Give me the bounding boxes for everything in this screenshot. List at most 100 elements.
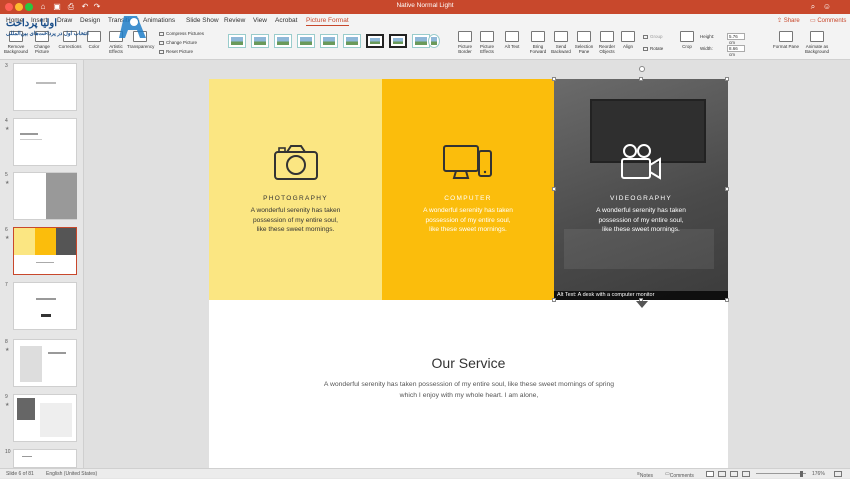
- picture-style-2[interactable]: [251, 34, 269, 48]
- photography-panel[interactable]: PHOTOGRAPHY A wonderful serenity has tak…: [209, 79, 382, 300]
- change-picture-menu[interactable]: Change Picture: [159, 40, 197, 45]
- watermark-logo: اوليا پرداخت انتخاب اول در پرداخت‌های بی…: [4, 14, 154, 40]
- search-icon[interactable]: ⌕: [808, 2, 818, 12]
- tab-acrobat[interactable]: Acrobat: [275, 17, 297, 24]
- animate-background-button[interactable]: Animate as Background: [800, 30, 834, 58]
- change-picture-small-label: Change Picture: [166, 40, 198, 45]
- computer-panel[interactable]: COMPUTER A wonderful serenity has taken …: [382, 79, 554, 300]
- slide-thumbnail-10[interactable]: [13, 449, 77, 468]
- language-indicator[interactable]: English (United States): [46, 471, 97, 477]
- picture-style-7[interactable]: [366, 34, 384, 48]
- compress-pictures-button[interactable]: Compress Pictures: [159, 31, 204, 36]
- videography-description: A wonderful serenity has taken possessio…: [596, 207, 686, 233]
- comments-status-button[interactable]: ▭ Comments: [665, 471, 694, 479]
- bring-forward-icon: [531, 31, 545, 42]
- resize-handle-tr[interactable]: [725, 77, 729, 81]
- alt-text-button[interactable]: Alt Text: [499, 30, 525, 58]
- zoom-slider[interactable]: [756, 473, 806, 474]
- resize-handle-l[interactable]: [552, 187, 556, 191]
- thumb-button: [41, 314, 51, 317]
- service-description: A wonderful serenity has taken possessio…: [323, 381, 615, 399]
- svg-text:اوليا پرداخت: اوليا پرداخت: [6, 18, 57, 29]
- rotate-icon: [643, 47, 648, 51]
- resize-handle-r[interactable]: [725, 187, 729, 191]
- reset-picture-label: Reset Picture: [166, 49, 194, 54]
- picture-style-10[interactable]: [428, 34, 440, 48]
- thumb-image: [46, 173, 77, 219]
- share-button[interactable]: ⇪ Share: [777, 17, 800, 24]
- videography-panel[interactable]: VIDEOGRAPHY A wonderful serenity has tak…: [554, 79, 728, 300]
- resize-handle-t[interactable]: [639, 77, 643, 81]
- slide-thumbnail-5[interactable]: [13, 172, 77, 220]
- thumb-text-line: [20, 133, 38, 135]
- slide-thumbnail-6[interactable]: [13, 227, 77, 275]
- slide-thumbnail-9[interactable]: [13, 394, 77, 442]
- reset-picture-icon: [159, 50, 164, 54]
- compress-label: Compress Pictures: [166, 31, 205, 36]
- watermark-tagline: انتخاب اول در پرداخت‌های بین‌المللی: [6, 31, 89, 37]
- thumb-panel: [14, 228, 35, 255]
- slideshow-view-button[interactable]: [742, 471, 750, 477]
- group-icon: [643, 35, 648, 39]
- reorder-objects-label: Reorder Objects: [598, 44, 616, 54]
- animate-background-label: Animate as Background: [804, 44, 830, 54]
- change-picture-small-icon: [159, 41, 164, 45]
- status-bar: Slide 6 of 81 English (United States) ≡ …: [0, 468, 850, 479]
- slide-thumbnail-3[interactable]: [13, 63, 77, 111]
- notes-button[interactable]: ≡ Notes: [637, 471, 653, 479]
- width-field[interactable]: 8.66 cm: [727, 45, 745, 57]
- picture-style-6[interactable]: [343, 34, 361, 48]
- fit-to-window-button[interactable]: [834, 471, 842, 477]
- picture-style-1[interactable]: [228, 34, 246, 48]
- slide-number: 9: [5, 394, 8, 400]
- thumb-text-line: [22, 456, 32, 457]
- height-field[interactable]: 5.76 cm: [727, 33, 745, 45]
- tab-review[interactable]: Review: [224, 17, 245, 24]
- change-picture-label: Change Picture: [34, 44, 50, 54]
- slide-sorter-button[interactable]: [718, 471, 726, 477]
- picture-effects-button[interactable]: Picture Effects: [474, 30, 500, 58]
- corrections-label: Corrections: [58, 44, 82, 49]
- reset-picture-button[interactable]: Reset Picture: [159, 49, 193, 54]
- picture-style-8[interactable]: [389, 34, 407, 48]
- crop-button[interactable]: Crop: [674, 30, 700, 58]
- send-backward-label: Send Backward: [551, 44, 571, 54]
- comments-button[interactable]: ▭ Comments: [810, 17, 846, 24]
- reading-view-button[interactable]: [730, 471, 738, 477]
- slide-number: 10: [5, 449, 11, 455]
- smiley-icon[interactable]: ☺: [822, 2, 832, 12]
- tab-view[interactable]: View: [253, 17, 267, 24]
- tab-slide-show[interactable]: Slide Show: [186, 17, 219, 24]
- thumb-panel: [35, 228, 56, 255]
- slide-thumbnail-7[interactable]: [13, 282, 77, 330]
- reorder-objects-icon: [600, 31, 614, 42]
- slide-thumbnail-4[interactable]: [13, 118, 77, 166]
- picture-style-5[interactable]: [320, 34, 338, 48]
- rotate-button[interactable]: Rotate: [643, 46, 663, 51]
- slide-number: 4: [5, 118, 8, 124]
- group-button[interactable]: Group: [643, 34, 663, 39]
- resize-handle-bl[interactable]: [552, 298, 556, 302]
- rotate-handle[interactable]: [639, 66, 645, 72]
- picture-style-4[interactable]: [297, 34, 315, 48]
- artistic-effects-label: Artistic Effects: [109, 44, 123, 54]
- tab-picture-format[interactable]: Picture Format: [306, 17, 349, 26]
- normal-view-button[interactable]: [706, 471, 714, 477]
- computer-description: A wonderful serenity has taken possessio…: [423, 207, 513, 233]
- resize-handle-br[interactable]: [725, 298, 729, 302]
- thumb-text-line: [36, 262, 54, 263]
- slide-thumbnail-8[interactable]: [13, 339, 77, 387]
- resize-handle-tl[interactable]: [552, 77, 556, 81]
- align-button[interactable]: Align: [615, 30, 641, 58]
- selection-pane-icon: [577, 31, 591, 42]
- picture-style-3[interactable]: [274, 34, 292, 48]
- zoom-slider-thumb[interactable]: [800, 471, 803, 477]
- alt-text-label: Alt Text: [504, 44, 520, 49]
- zoom-level[interactable]: 176%: [812, 471, 825, 477]
- photography-title: PHOTOGRAPHY: [263, 195, 328, 202]
- rotate-label: Rotate: [650, 46, 664, 51]
- format-pane-button[interactable]: Format Pane: [773, 30, 799, 58]
- alt-text-icon: [505, 31, 519, 42]
- group-label: Group: [650, 34, 663, 39]
- crop-icon: [680, 31, 694, 42]
